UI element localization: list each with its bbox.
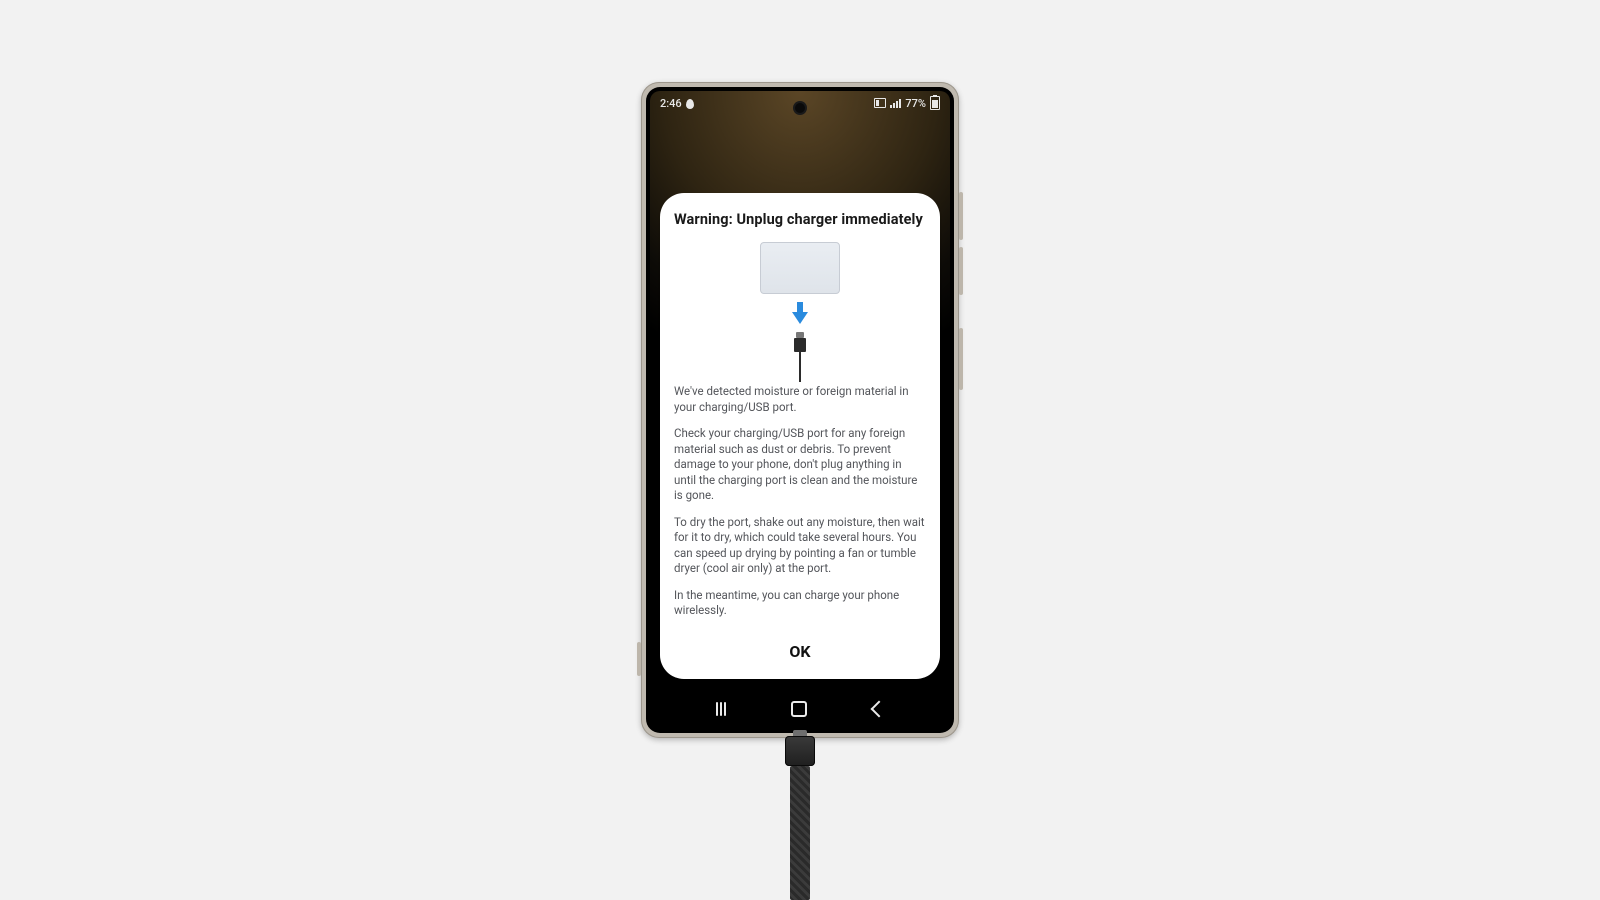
signal-icon: [890, 99, 901, 108]
dialog-body: We've detected moisture or foreign mater…: [674, 384, 926, 630]
dialog-paragraph: In the meantime, you can charge your pho…: [674, 588, 926, 619]
nav-home-button[interactable]: [791, 701, 807, 717]
usb-cable-graphic: [794, 332, 806, 382]
dialog-paragraph: We've detected moisture or foreign mater…: [674, 384, 926, 415]
nav-back-button[interactable]: [870, 701, 887, 718]
phone-port-graphic: [760, 242, 840, 294]
phone-screen: 2:46 77% Warning: Unplug charger immedia…: [650, 91, 950, 729]
charger-plug: [785, 736, 815, 766]
ok-button[interactable]: OK: [674, 630, 926, 671]
power-button[interactable]: [959, 328, 963, 390]
status-battery-percent: 77%: [905, 97, 926, 110]
arrow-down-icon: [790, 302, 810, 324]
unplug-illustration: [674, 242, 926, 384]
phone-frame: 2:46 77% Warning: Unplug charger immedia…: [641, 82, 959, 738]
status-bar: 2:46 77%: [650, 91, 950, 115]
warning-dialog: Warning: Unplug charger immediately We'v…: [660, 193, 940, 679]
network-icon: [874, 98, 886, 108]
dialog-paragraph: Check your charging/USB port for any for…: [674, 426, 926, 504]
volume-down-button[interactable]: [959, 247, 963, 295]
nav-recents-button[interactable]: [716, 702, 726, 716]
side-key[interactable]: [637, 642, 641, 676]
charger-cable: [790, 766, 810, 900]
moisture-icon: [686, 99, 694, 109]
battery-icon: [930, 96, 940, 110]
dialog-title: Warning: Unplug charger immediately: [674, 211, 926, 228]
dialog-paragraph: To dry the port, shake out any moisture,…: [674, 515, 926, 577]
volume-up-button[interactable]: [959, 192, 963, 240]
navigation-bar: [650, 689, 950, 729]
status-time: 2:46: [660, 97, 682, 110]
